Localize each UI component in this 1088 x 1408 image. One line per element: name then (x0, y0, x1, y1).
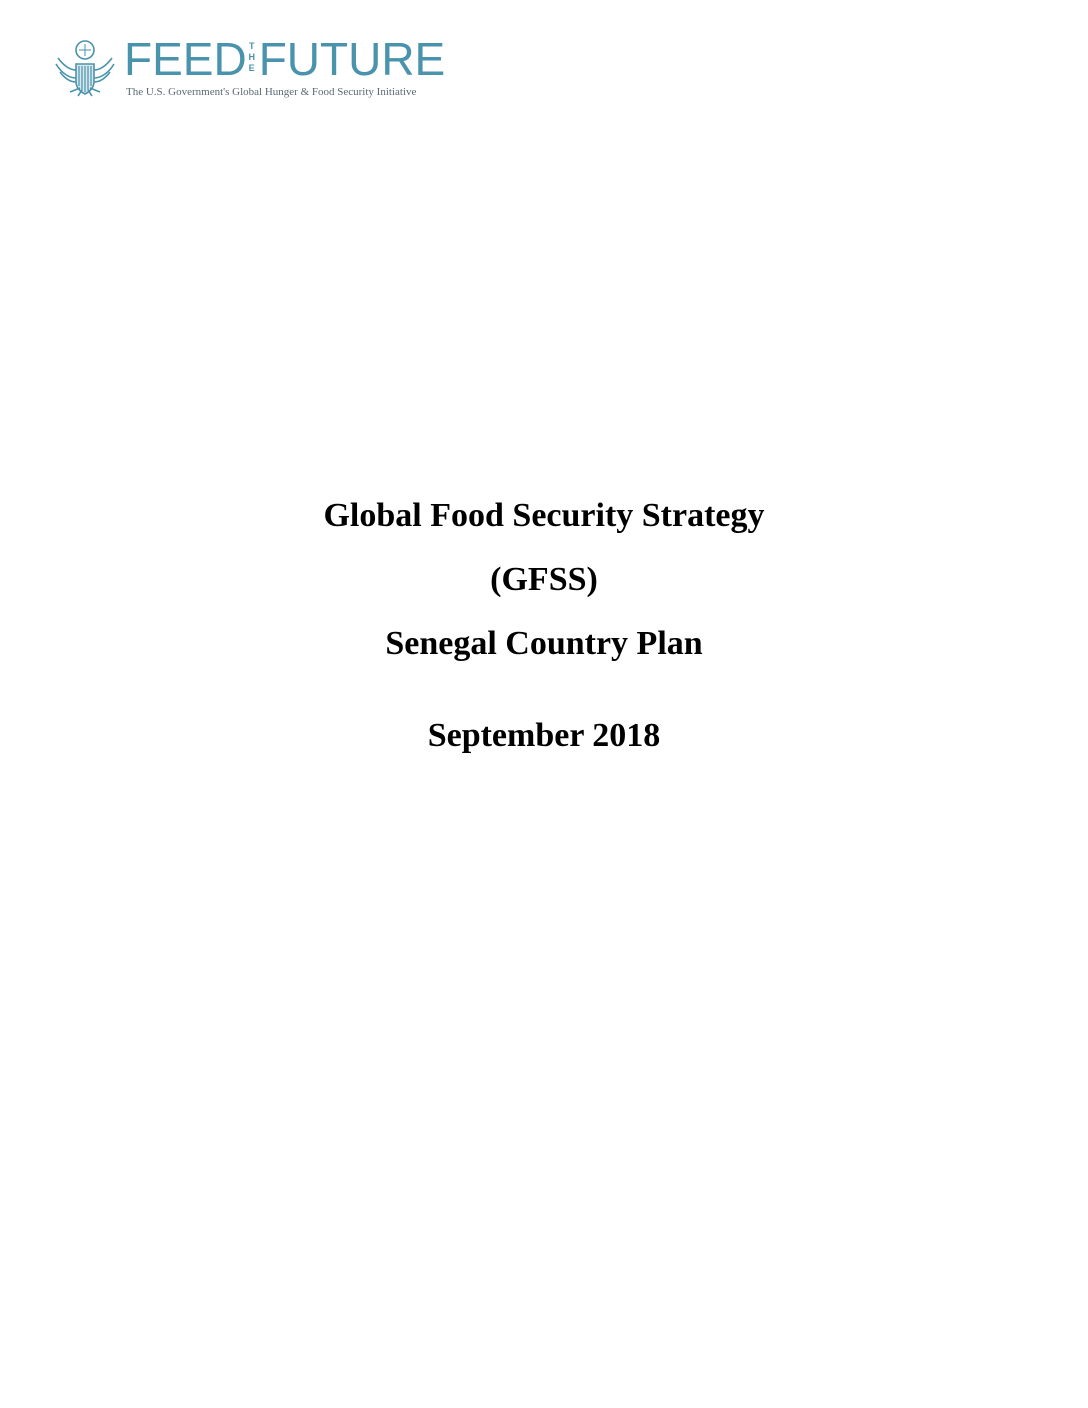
feed-the-future-logo: FEED T H E FUTURE The U.S. Government's Glob… (52, 34, 452, 106)
logo-word-the-letter: H (248, 52, 255, 62)
logo-wordmark: FEED T H E FUTURE (124, 34, 445, 84)
logo-word-feed: FEED (124, 33, 247, 85)
logo-word-the: THE (247, 34, 257, 74)
logo-tagline: The U.S. Government's Global Hunger & Fo… (126, 86, 417, 98)
document-title: Global Food Security Strategy (323, 497, 765, 534)
logo-word-the-text: THE (247, 41, 257, 74)
logo-word-the-letter: T (248, 41, 255, 51)
document-acronym: (GFSS) (490, 561, 598, 598)
logo-word-the-letter: E (248, 63, 255, 73)
great-seal-eagle-icon (55, 40, 115, 97)
document-subtitle: Senegal Country Plan (385, 625, 703, 662)
title-block: Global Food Security Strategy (GFSS) Sen… (0, 492, 1088, 760)
logo-word-future: FUTURE (258, 33, 446, 85)
document-date: September 2018 (427, 717, 661, 754)
